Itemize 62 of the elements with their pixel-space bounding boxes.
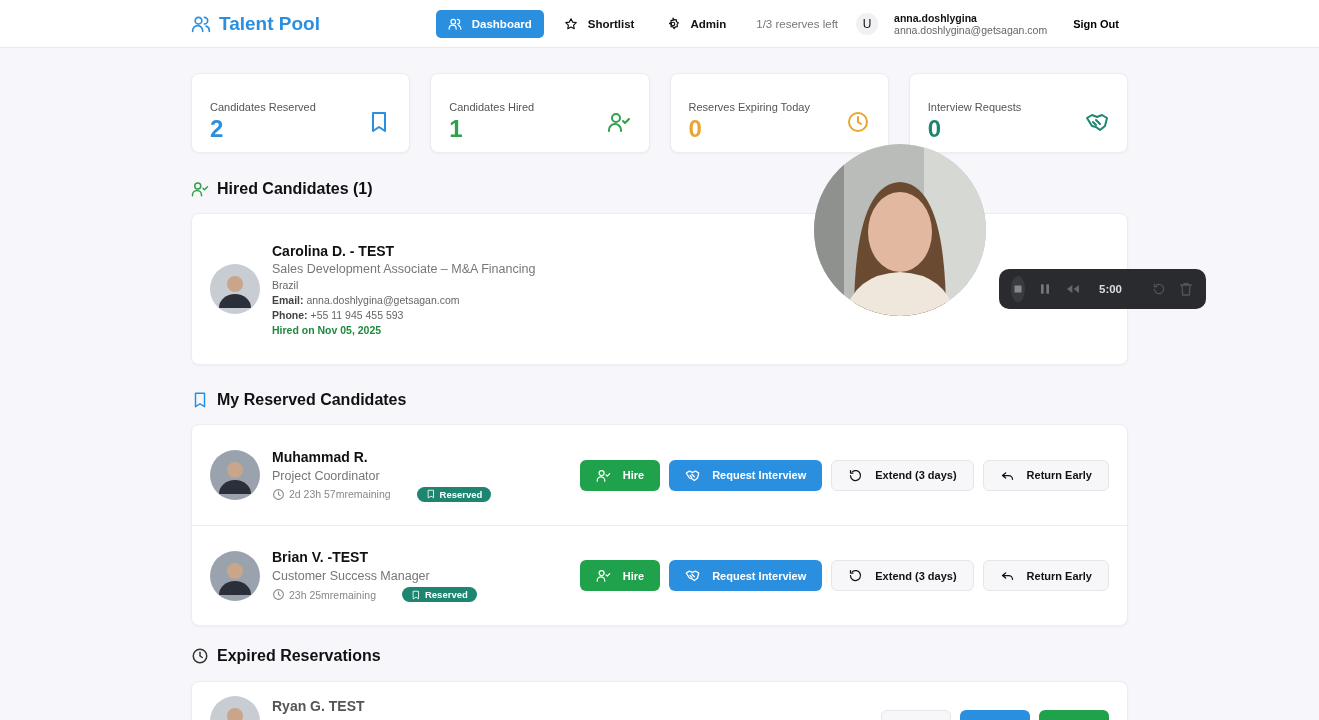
candidate-name: Carolina D. - TEST (272, 242, 396, 259)
star-icon (563, 16, 578, 31)
avatar (210, 264, 260, 314)
section-title: My Reserved Candidates (217, 391, 407, 409)
app-logo-text: Talent Pool (219, 12, 320, 35)
user-check-icon (595, 467, 611, 483)
stat-value: 1 (449, 115, 464, 143)
reserved-badge: Reserved (401, 587, 477, 602)
candidate-role: Project Coordinator (272, 468, 381, 483)
trash-icon (1178, 281, 1195, 297)
user-avatar: U (856, 12, 879, 35)
section-title: Expired Reservations (217, 647, 381, 665)
candidate-country: Brazil (272, 278, 300, 291)
user-email: anna.doshlygina@getsagan.com (894, 23, 1048, 36)
handshake-icon (685, 568, 701, 583)
return-early-button[interactable]: Return Early (982, 560, 1109, 591)
clock-icon (272, 487, 285, 501)
hired-date: Hired on Nov 05, 2025 (272, 323, 383, 336)
avatar (210, 550, 260, 601)
candidate-name: Ryan G. TEST (272, 698, 366, 714)
candidate-name: Muhammad R. (272, 448, 369, 465)
extend-button[interactable]: Extend (3 days) (831, 560, 974, 591)
clock-icon (272, 588, 285, 601)
refresh-icon (848, 467, 864, 483)
user-check-icon (191, 180, 209, 198)
handshake-icon (685, 467, 701, 483)
reserved-badge: Reserved (416, 486, 492, 502)
reserves-left-text: 1/3 reserves left (756, 17, 839, 30)
candidate-phone: Phone: +55 11 945 455 593 (272, 308, 405, 321)
stop-button[interactable] (1011, 276, 1025, 302)
candidate-email: Email: anna.doshlygina@getsagan.com (272, 293, 461, 306)
users-icon (447, 16, 462, 31)
clock-icon (845, 110, 870, 134)
candidate-name: Brian V. -TEST (272, 549, 369, 565)
return-early-button[interactable]: Return Early (982, 459, 1109, 491)
nav-tab[interactable]: Shortlist (551, 9, 647, 38)
nav-tab[interactable]: Admin (654, 9, 739, 38)
stat-label: Reserves Expiring Today (688, 101, 810, 113)
time-remaining: 23h 25mremaining (289, 588, 376, 601)
clock-icon (191, 647, 209, 665)
section-title: Hired Candidates (1) (217, 180, 373, 198)
candidate-role: Customer Success Manager (272, 569, 431, 583)
candidate-role: Sales Development Associate – M&A Financing (272, 261, 536, 276)
user-check-icon (595, 568, 611, 583)
stat-value: 2 (210, 115, 225, 143)
settings-icon (666, 16, 681, 31)
avatar (210, 450, 260, 500)
extend-button[interactable]: Extend (3 days) (831, 459, 974, 491)
bookmark-icon (425, 489, 436, 499)
stat-label: Candidates Reserved (210, 101, 316, 113)
user-name: anna.doshlygina (894, 11, 978, 24)
restart-icon (1152, 282, 1167, 296)
refresh-icon (848, 568, 864, 583)
stat-value: 0 (688, 115, 703, 143)
recording-time: 5:00 (1099, 283, 1123, 295)
user-check-icon (606, 110, 631, 134)
stat-value: 0 (927, 115, 943, 143)
time-remaining: 2d 23h 57mremaining (289, 488, 391, 500)
stat-label: Candidates Hired (449, 101, 535, 113)
sign-out-button[interactable]: Sign Out (1073, 11, 1119, 36)
bookmark-icon (410, 589, 421, 600)
stat-label: Interview Requests (927, 101, 1022, 113)
